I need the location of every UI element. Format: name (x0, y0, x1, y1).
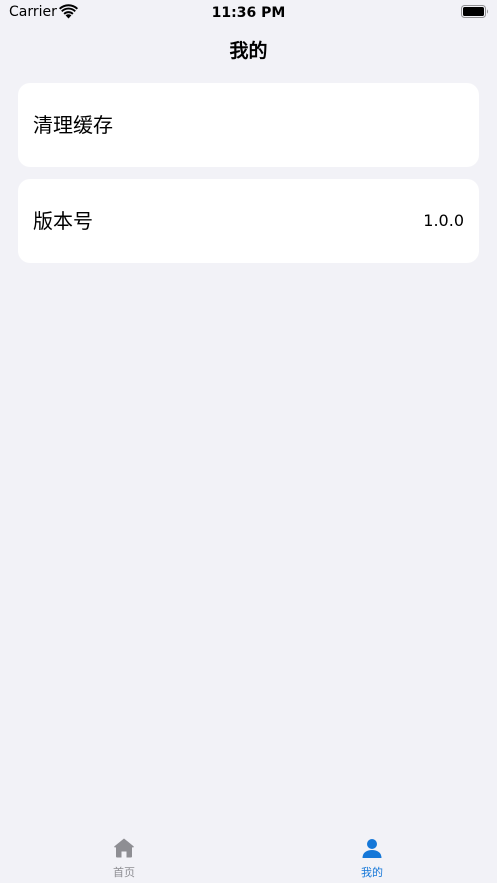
battery-icon (461, 5, 488, 18)
house-icon (114, 838, 134, 858)
clear-cache-label: 清理缓存 (33, 113, 113, 137)
tab-home[interactable]: 首页 (0, 823, 248, 883)
tab-mine[interactable]: 我的 (248, 823, 496, 883)
version-row[interactable]: 版本号 1.0.0 (18, 179, 479, 263)
clock: 11:36 PM (211, 5, 286, 21)
tab-bar: 首页 我的 (0, 823, 497, 883)
tab-home-label: 首页 (113, 866, 135, 879)
clear-cache-row[interactable]: 清理缓存 (18, 83, 479, 167)
page-title: 我的 (229, 40, 268, 62)
status-bar: Carrier 11:36 PM (0, 0, 497, 26)
version-value: 1.0.0 (423, 211, 464, 230)
tab-mine-label: 我的 (361, 866, 383, 879)
version-label: 版本号 (33, 209, 93, 233)
person-icon (362, 839, 382, 858)
